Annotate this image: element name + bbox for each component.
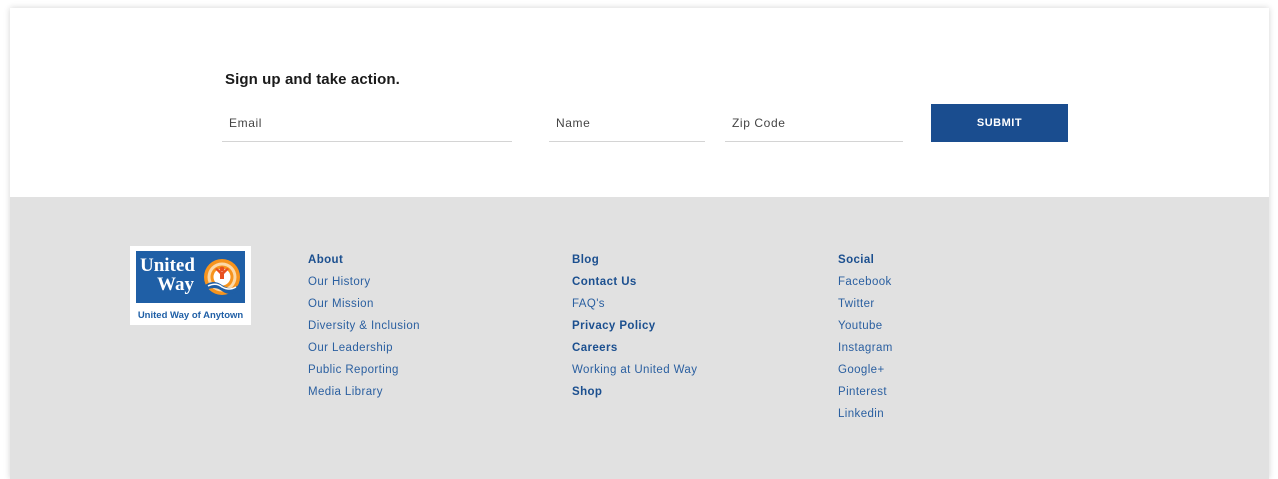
united-way-logo[interactable]: United Way United Way of Anytown (130, 246, 251, 325)
footer-link-faqs[interactable]: FAQ's (572, 293, 697, 315)
footer-link-youtube[interactable]: Youtube (838, 315, 893, 337)
logo-word-united: United (140, 255, 195, 276)
page-frame: Sign up and take action. SUBMIT United W… (10, 8, 1269, 479)
footer-link-google-plus[interactable]: Google+ (838, 359, 893, 381)
footer-link-public-reporting[interactable]: Public Reporting (308, 359, 420, 381)
footer-link-media-library[interactable]: Media Library (308, 381, 420, 403)
logo-word-way: Way (157, 274, 194, 295)
footer-link-instagram[interactable]: Instagram (838, 337, 893, 359)
footer-link-about[interactable]: About (308, 249, 420, 271)
footer-link-shop[interactable]: Shop (572, 381, 697, 403)
footer-link-diversity-inclusion[interactable]: Diversity & Inclusion (308, 315, 420, 337)
footer-link-pinterest[interactable]: Pinterest (838, 381, 893, 403)
signup-title: Sign up and take action. (225, 71, 400, 88)
footer-link-working-at-united-way[interactable]: Working at United Way (572, 359, 697, 381)
footer-column-about: About Our History Our Mission Diversity … (308, 249, 420, 403)
footer-link-social[interactable]: Social (838, 249, 893, 271)
footer-link-our-leadership[interactable]: Our Leadership (308, 337, 420, 359)
footer-link-privacy-policy[interactable]: Privacy Policy (572, 315, 697, 337)
rainbow-hand-icon (204, 259, 240, 295)
logo-badge: United Way (136, 251, 245, 303)
footer-link-contact-us[interactable]: Contact Us (572, 271, 697, 293)
site-footer: United Way United Way of Anytown About O… (10, 197, 1269, 479)
logo-caption: United Way of Anytown (137, 310, 244, 321)
footer-column-social: Social Facebook Twitter Youtube Instagra… (838, 249, 893, 425)
footer-link-careers[interactable]: Careers (572, 337, 697, 359)
footer-link-twitter[interactable]: Twitter (838, 293, 893, 315)
footer-link-linkedin[interactable]: Linkedin (838, 403, 893, 425)
footer-link-blog[interactable]: Blog (572, 249, 697, 271)
footer-link-our-history[interactable]: Our History (308, 271, 420, 293)
signup-section: Sign up and take action. SUBMIT (10, 8, 1269, 197)
name-field[interactable] (549, 104, 705, 142)
email-field[interactable] (222, 104, 512, 142)
footer-column-blog: Blog Contact Us FAQ's Privacy Policy Car… (572, 249, 697, 403)
submit-button[interactable]: SUBMIT (931, 104, 1068, 142)
footer-link-facebook[interactable]: Facebook (838, 271, 893, 293)
zip-code-field[interactable] (725, 104, 903, 142)
footer-link-our-mission[interactable]: Our Mission (308, 293, 420, 315)
